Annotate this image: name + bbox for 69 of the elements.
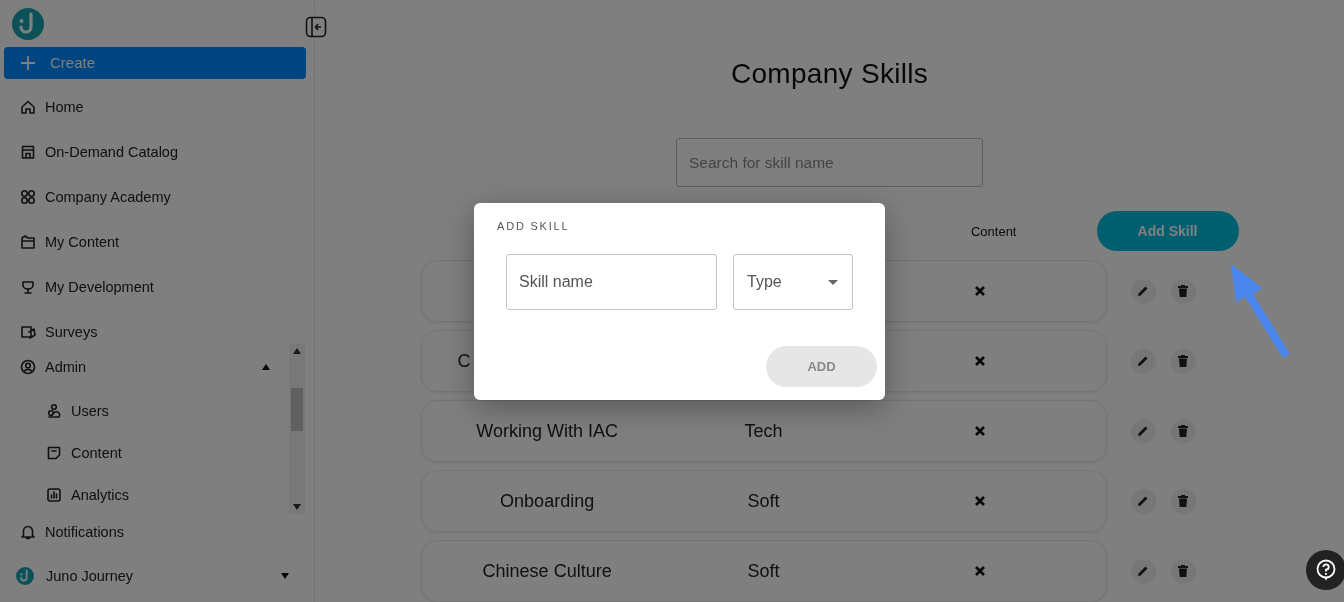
survey-icon: [20, 323, 36, 340]
nav-item[interactable]: On-Demand Catalog: [0, 129, 314, 174]
note-icon: [46, 445, 62, 461]
plus-icon: [20, 54, 36, 71]
workspace-name: Juno Journey: [46, 568, 135, 584]
edit-button[interactable]: [1130, 278, 1156, 304]
page-title: Company Skills: [730, 57, 929, 91]
scrollbar-thumb[interactable]: [291, 387, 303, 431]
folder-icon: [20, 233, 36, 250]
edit-button[interactable]: [1130, 488, 1156, 514]
scrollbar[interactable]: [289, 344, 305, 514]
store-icon: [20, 143, 36, 160]
user-icon: [20, 359, 36, 375]
nav-item[interactable]: Home: [0, 84, 314, 129]
delete-button[interactable]: [1170, 558, 1196, 584]
trash-icon: [1178, 355, 1188, 367]
nav-item[interactable]: Users: [0, 390, 289, 432]
delete-button[interactable]: [1170, 348, 1196, 374]
trash-icon: [1178, 425, 1188, 437]
trash-icon: [1178, 495, 1188, 507]
bell-icon: [20, 524, 36, 540]
nav-item[interactable]: My Content: [0, 219, 314, 264]
edit-button[interactable]: [1130, 558, 1156, 584]
trash-icon: [1178, 565, 1188, 577]
type-dropdown[interactable]: Type: [733, 254, 853, 310]
pencil-icon: [1137, 355, 1149, 367]
nav-item[interactable]: Analytics: [0, 474, 289, 514]
delete-button[interactable]: [1170, 278, 1196, 304]
skill-type: Tech: [744, 420, 783, 441]
create-button[interactable]: Create: [4, 46, 306, 79]
logo-icon: [16, 567, 34, 585]
nav-item[interactable]: Content: [0, 432, 289, 474]
nav-item[interactable]: Notifications: [0, 514, 314, 550]
nav-item[interactable]: My Development: [0, 264, 314, 309]
scroll-up-icon: [293, 348, 301, 354]
skill-name-field[interactable]: Skill name: [506, 254, 717, 310]
pencil-icon: [1137, 285, 1149, 297]
pencil-icon: [1137, 495, 1149, 507]
scroll-down-icon: [293, 504, 301, 510]
skill-name: Working With IAC: [476, 420, 618, 441]
caret-icon: [280, 572, 290, 580]
grid-icon: [20, 188, 36, 205]
workspace-switcher[interactable]: Juno Journey: [0, 550, 314, 602]
collapse-sidebar-button[interactable]: [303, 14, 329, 40]
dropdown-caret-icon: [828, 279, 838, 285]
search-field[interactable]: Search for skill name: [676, 138, 983, 187]
skill-name: Chinese Culture: [482, 560, 612, 581]
skill-name: C: [457, 350, 471, 371]
users-icon: [46, 403, 62, 419]
trophy-icon: [20, 278, 36, 295]
edit-button[interactable]: [1130, 348, 1156, 374]
trash-icon: [1178, 285, 1188, 297]
chart-icon: [46, 487, 62, 503]
skill-type: Soft: [747, 560, 780, 581]
skill-name: Onboarding: [500, 490, 595, 511]
column-header: Content: [970, 223, 1017, 239]
skill-type: Soft: [747, 490, 780, 511]
collapse-icon: [305, 16, 327, 38]
nav-item[interactable]: Company Academy: [0, 174, 314, 219]
pencil-icon: [1137, 425, 1149, 437]
delete-button[interactable]: [1170, 488, 1196, 514]
home-icon: [20, 98, 36, 115]
pencil-icon: [1137, 565, 1149, 577]
help-button[interactable]: [1306, 550, 1344, 590]
dialog-title: ADD SKILL: [497, 220, 571, 232]
delete-button[interactable]: [1170, 418, 1196, 444]
help-icon: [1315, 559, 1337, 581]
logo-icon: [12, 8, 44, 40]
edit-button[interactable]: [1130, 418, 1156, 444]
